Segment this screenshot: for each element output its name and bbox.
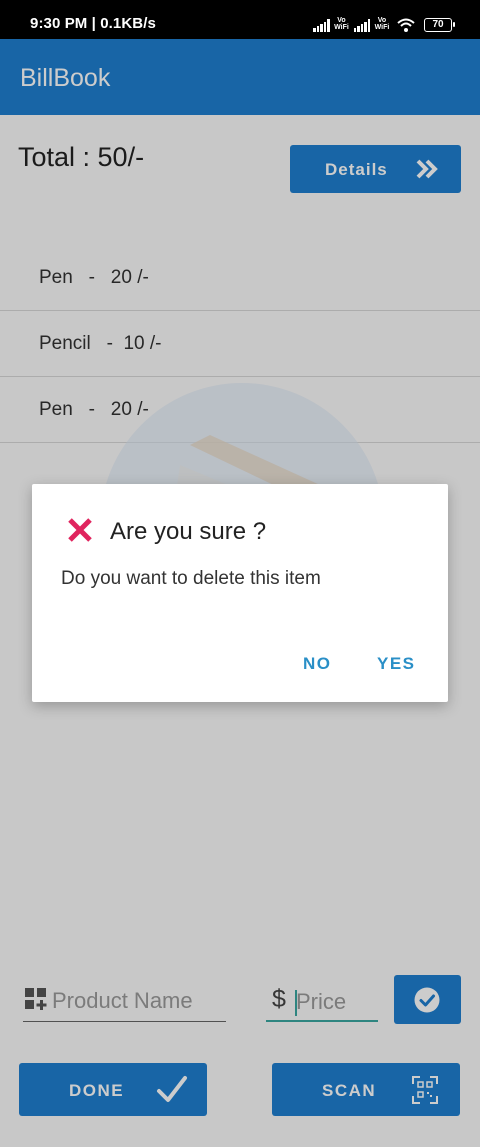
battery-icon: 70: [424, 18, 455, 32]
status-bar: 9:30 PM | 0.1KB/s Vo WiFi Vo WiFi 70: [0, 0, 480, 39]
close-x-icon: [68, 518, 92, 542]
delete-confirm-dialog: Are you sure ? Do you want to delete thi…: [32, 484, 448, 702]
yes-button[interactable]: YES: [377, 654, 416, 674]
status-icons: Vo WiFi Vo WiFi 70: [313, 14, 455, 32]
dialog-title: Are you sure ?: [110, 518, 267, 545]
dialog-message: Do you want to delete this item: [61, 568, 321, 589]
no-button[interactable]: NO: [303, 654, 332, 674]
wifi-icon: [397, 18, 415, 32]
signal-icon: [313, 18, 330, 32]
signal-icon: [353, 18, 370, 32]
status-time: 9:30 PM | 0.1KB/s: [30, 15, 156, 32]
vowifi-label: Vo WiFi: [334, 17, 349, 31]
vowifi-label: Vo WiFi: [374, 17, 390, 31]
